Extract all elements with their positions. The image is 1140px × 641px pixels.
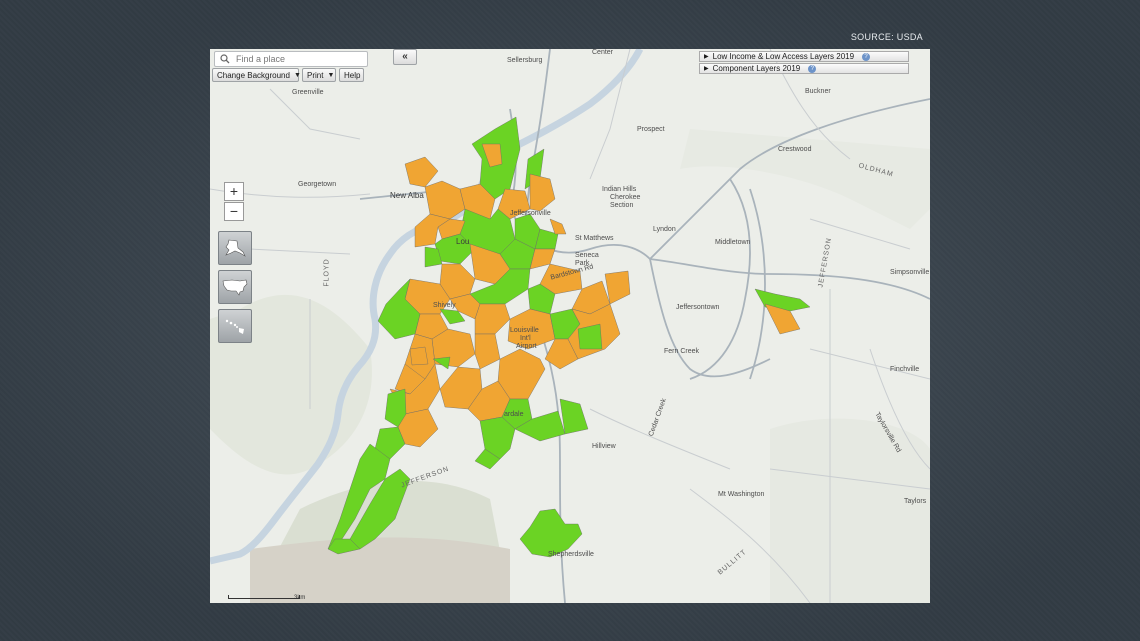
place-label: Cherokee <box>610 194 641 201</box>
change-background-button[interactable]: Change Background ▼ <box>212 68 301 82</box>
place-label: Greenville <box>292 89 324 96</box>
place-label: Buckner <box>805 88 831 95</box>
place-label: Seneca <box>575 252 599 259</box>
print-label: Print <box>307 70 324 80</box>
place-label: Prospect <box>637 126 665 133</box>
help-icon[interactable]: ? <box>808 64 817 73</box>
help-icon[interactable]: ? <box>862 52 871 61</box>
place-label: Fern Creek <box>664 348 700 355</box>
zoom-in-button[interactable]: + <box>224 182 244 201</box>
place-label: Finchville <box>890 366 920 373</box>
map-viewer[interactable]: Sellersburg Center Buckner Greenville Pr… <box>210 49 930 603</box>
caret-down-icon: ▼ <box>327 71 335 79</box>
place-label: Shively <box>433 302 456 309</box>
us-map-icon <box>222 279 248 296</box>
hawaii-icon <box>225 319 244 334</box>
change-background-label: Change Background <box>217 70 290 80</box>
place-label: New Alba <box>390 191 424 200</box>
conus-view-button[interactable] <box>218 270 252 304</box>
place-label: Louisville <box>510 327 539 334</box>
print-button[interactable]: Print ▼ <box>302 68 336 82</box>
expand-triangle-icon: ▶ <box>704 54 709 60</box>
place-label: ardale <box>504 411 524 418</box>
place-label: Shepherdsville <box>548 551 594 558</box>
place-label: Hillview <box>592 443 616 450</box>
basemap[interactable] <box>210 49 930 603</box>
place-label: Lyndon <box>653 226 676 233</box>
help-label: Help <box>344 70 361 80</box>
place-label: Middletown <box>715 239 751 246</box>
search-input[interactable]: Find a place <box>214 51 368 67</box>
scale-bar: 3km <box>228 595 305 601</box>
place-label: Jeffersontown <box>676 304 720 311</box>
place-label: Jeffersonville <box>510 210 551 217</box>
search-icon <box>220 54 230 64</box>
layer-toggle-lila[interactable]: ▶ Low Income & Low Access Layers 2019 ? <box>699 51 909 62</box>
help-button[interactable]: Help <box>339 68 364 82</box>
place-label: Simpsonville <box>890 269 930 276</box>
hawaii-view-button[interactable] <box>218 309 252 343</box>
county-label: FLOYD <box>323 258 331 287</box>
layer-label: Low Income & Low Access Layers 2019 <box>712 52 855 61</box>
place-label: Lou <box>456 237 470 246</box>
place-label: Int'l <box>520 335 531 342</box>
alaska-view-button[interactable] <box>218 231 252 265</box>
place-label: Mt Washington <box>718 491 765 498</box>
expand-triangle-icon: ▶ <box>704 66 709 72</box>
search-placeholder: Find a place <box>236 54 286 64</box>
place-label: Taylors <box>904 498 927 505</box>
place-label: Indian Hills <box>602 186 637 193</box>
layer-label: Component Layers 2019 <box>712 64 801 73</box>
place-label: Section <box>610 202 634 209</box>
place-label: Crestwood <box>778 146 812 153</box>
place-label: Airport <box>516 343 537 350</box>
collapse-panel-button[interactable]: « <box>393 49 417 65</box>
place-label: St Matthews <box>575 235 614 242</box>
source-label: SOURCE: USDA <box>850 32 923 42</box>
caret-down-icon: ▼ <box>293 71 301 79</box>
place-label: Georgetown <box>298 181 337 188</box>
place-label: Center <box>592 49 614 56</box>
place-label: Sellersburg <box>507 57 543 64</box>
layer-toggle-component[interactable]: ▶ Component Layers 2019 ? <box>699 63 909 74</box>
scale-label: 3km <box>294 595 306 601</box>
alaska-icon <box>225 239 246 257</box>
zoom-out-button[interactable]: − <box>224 202 244 221</box>
